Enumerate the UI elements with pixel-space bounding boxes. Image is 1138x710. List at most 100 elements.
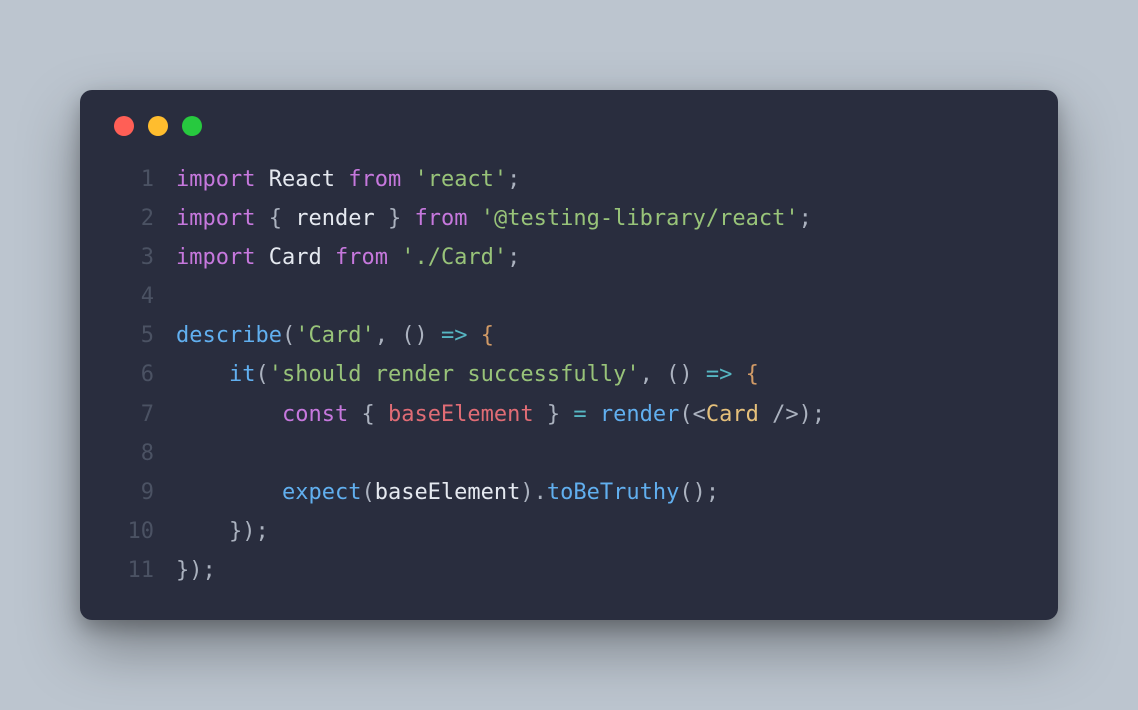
token: ; [799, 206, 812, 231]
code-line: 5 describe('Card', () => { [110, 316, 1028, 355]
code-line: 2 import { render } from '@testing-librar… [110, 199, 1028, 238]
token [401, 167, 414, 192]
token: }); [229, 519, 269, 544]
code-line: 11}); [110, 551, 1028, 590]
token: => [706, 362, 733, 387]
line-content: import React from 'react'; [176, 160, 520, 199]
token: import [176, 167, 255, 192]
token: => [441, 323, 468, 348]
line-content [176, 434, 189, 473]
token: } [534, 402, 574, 427]
token: Card [269, 245, 322, 270]
token: ( [255, 362, 268, 387]
line-content: }); [176, 512, 269, 551]
line-content: import { render } from '@testing-library… [176, 199, 812, 238]
token: from [348, 167, 401, 192]
token: baseElement [388, 402, 534, 427]
token: from [335, 245, 388, 270]
code-line: 6 it('should render successfully', () =>… [110, 355, 1028, 394]
token: { [255, 206, 295, 231]
code-line: 1 import React from 'react'; [110, 160, 1028, 199]
line-content: expect(baseElement).toBeTruthy(); [176, 473, 719, 512]
line-number: 2 [110, 199, 154, 238]
token [428, 323, 441, 348]
code-line: 9 expect(baseElement).toBeTruthy(); [110, 473, 1028, 512]
line-content: }); [176, 551, 216, 590]
line-number: 11 [110, 551, 154, 590]
token: const [282, 402, 348, 427]
line-number: 7 [110, 395, 154, 434]
line-content: const { baseElement } = render(<Card />)… [176, 395, 825, 434]
token [322, 245, 335, 270]
line-content [176, 277, 189, 316]
token [587, 402, 600, 427]
token: render [600, 402, 679, 427]
token: describe [176, 323, 282, 348]
token: ( [679, 402, 692, 427]
token: ). [520, 480, 547, 505]
code-block[interactable]: 1 import React from 'react'; 2 import { ren… [110, 160, 1028, 591]
token [388, 245, 401, 270]
token: it [229, 362, 256, 387]
token: { [746, 362, 759, 387]
code-line: 3 import Card from './Card'; [110, 238, 1028, 277]
code-line: 4 [110, 277, 1028, 316]
token: render [295, 206, 374, 231]
token: 'Card' [295, 323, 374, 348]
token: ); [799, 402, 826, 427]
line-number: 9 [110, 473, 154, 512]
token: ( [361, 480, 374, 505]
line-number: 1 [110, 160, 154, 199]
window-controls [110, 116, 1028, 136]
code-line: 8 [110, 434, 1028, 473]
close-icon[interactable] [114, 116, 134, 136]
token: Card [706, 402, 759, 427]
token [467, 206, 480, 231]
token: './Card' [401, 245, 507, 270]
token [335, 167, 348, 192]
token: () [666, 362, 693, 387]
line-number: 4 [110, 277, 154, 316]
token: toBeTruthy [547, 480, 679, 505]
token: ( [282, 323, 295, 348]
token: { [348, 402, 388, 427]
token [176, 519, 229, 544]
token: from [414, 206, 467, 231]
token: expect [282, 480, 361, 505]
token [255, 167, 268, 192]
line-number: 5 [110, 316, 154, 355]
token [176, 480, 282, 505]
token [176, 402, 282, 427]
line-content: it('should render successfully', () => { [176, 355, 759, 394]
token: () [401, 323, 428, 348]
token: baseElement [375, 480, 521, 505]
line-number: 6 [110, 355, 154, 394]
token: }); [176, 558, 216, 583]
token [693, 362, 706, 387]
code-line: 10 }); [110, 512, 1028, 551]
token: 'should render successfully' [269, 362, 640, 387]
line-content: describe('Card', () => { [176, 316, 494, 355]
token: import [176, 206, 255, 231]
code-window: 1 import React from 'react'; 2 import { ren… [80, 90, 1058, 621]
line-number: 3 [110, 238, 154, 277]
token: 'react' [414, 167, 507, 192]
token: , [640, 362, 667, 387]
line-number: 8 [110, 434, 154, 473]
zoom-icon[interactable] [182, 116, 202, 136]
line-content: import Card from './Card'; [176, 238, 520, 277]
token: ; [507, 245, 520, 270]
token: /> [759, 402, 799, 427]
minimize-icon[interactable] [148, 116, 168, 136]
token: ; [507, 167, 520, 192]
token: = [573, 402, 586, 427]
token: < [693, 402, 706, 427]
token: React [269, 167, 335, 192]
token: } [375, 206, 415, 231]
token: (); [679, 480, 719, 505]
line-number: 10 [110, 512, 154, 551]
token: { [481, 323, 494, 348]
token [732, 362, 745, 387]
token [176, 362, 229, 387]
token: '@testing-library/react' [481, 206, 799, 231]
